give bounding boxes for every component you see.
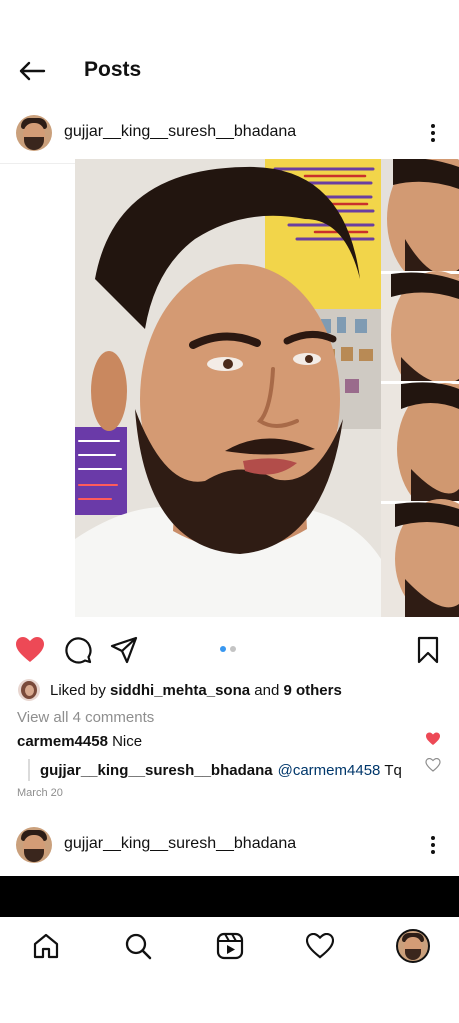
more-dot-icon <box>431 124 435 128</box>
post-header: gujjar__king__suresh__bhadana <box>0 106 459 160</box>
comment-username[interactable]: carmem4458 <box>17 733 108 750</box>
home-icon <box>33 933 59 959</box>
reels-icon <box>216 932 244 960</box>
post-photo <box>75 159 459 617</box>
save-button[interactable] <box>412 634 444 666</box>
bookmark-icon <box>417 636 439 664</box>
next-post-more-options-button[interactable] <box>420 832 446 858</box>
activity-heart-icon <box>306 933 334 959</box>
tab-profile-avatar[interactable] <box>396 929 430 963</box>
tab-activity[interactable] <box>304 930 336 962</box>
tab-search[interactable] <box>122 930 154 962</box>
more-dot-icon <box>431 836 435 840</box>
post-author-username[interactable]: gujjar__king__suresh__bhadana <box>64 123 296 141</box>
reply-row: gujjar__king__suresh__bhadana @carmem445… <box>28 757 402 783</box>
top-header: Posts <box>0 40 459 104</box>
reply-mention[interactable]: @carmem4458 <box>278 762 381 779</box>
search-icon <box>125 933 152 960</box>
page-title: Posts <box>84 58 142 81</box>
tab-reels[interactable] <box>214 930 246 962</box>
reply-like-button[interactable] <box>425 757 441 774</box>
liker-avatar <box>18 679 40 701</box>
carousel-dot <box>230 646 236 652</box>
tab-home[interactable] <box>30 930 62 962</box>
back-button[interactable] <box>14 56 50 86</box>
carousel-indicator <box>220 646 236 652</box>
post-date: March 20 <box>17 787 63 799</box>
heart-outline-icon <box>425 757 441 772</box>
likes-summary[interactable]: Liked by siddhi_mehta_sona and 9 others <box>18 678 448 702</box>
heart-filled-icon <box>16 637 44 662</box>
post-image[interactable] <box>75 159 459 617</box>
post-author-avatar[interactable] <box>16 115 52 151</box>
comment-button[interactable] <box>62 634 94 666</box>
likes-connector: and <box>254 681 280 699</box>
likes-others[interactable]: 9 others <box>283 682 341 699</box>
next-post-author-username[interactable]: gujjar__king__suresh__bhadana <box>64 835 296 853</box>
post-actions-bar <box>0 630 459 670</box>
arrow-left-icon <box>19 61 46 81</box>
comment-bubble-icon <box>65 637 92 664</box>
comment-like-button[interactable] <box>425 732 441 748</box>
carousel-dot-active <box>220 646 226 652</box>
paper-plane-icon <box>110 636 138 664</box>
reply-text: Tq <box>384 761 402 779</box>
likes-prefix: Liked by <box>50 681 106 699</box>
share-button[interactable] <box>108 634 140 666</box>
bottom-tab-bar <box>0 917 459 975</box>
next-post-media-preview[interactable] <box>0 876 459 917</box>
view-all-comments-link[interactable]: View all 4 comments <box>17 709 154 726</box>
reply-username[interactable]: gujjar__king__suresh__bhadana <box>40 762 273 779</box>
comment-text: Nice <box>112 733 143 750</box>
comment-row: carmem4458 Nice <box>17 733 142 750</box>
heart-filled-icon <box>426 732 440 745</box>
liker-username[interactable]: siddhi_mehta_sona <box>110 682 250 699</box>
next-post-author-avatar[interactable] <box>16 827 52 863</box>
like-button[interactable] <box>14 634 46 666</box>
more-options-button[interactable] <box>420 120 446 146</box>
next-post-header: gujjar__king__suresh__bhadana <box>0 818 459 872</box>
reply-indent-bar <box>28 759 30 781</box>
